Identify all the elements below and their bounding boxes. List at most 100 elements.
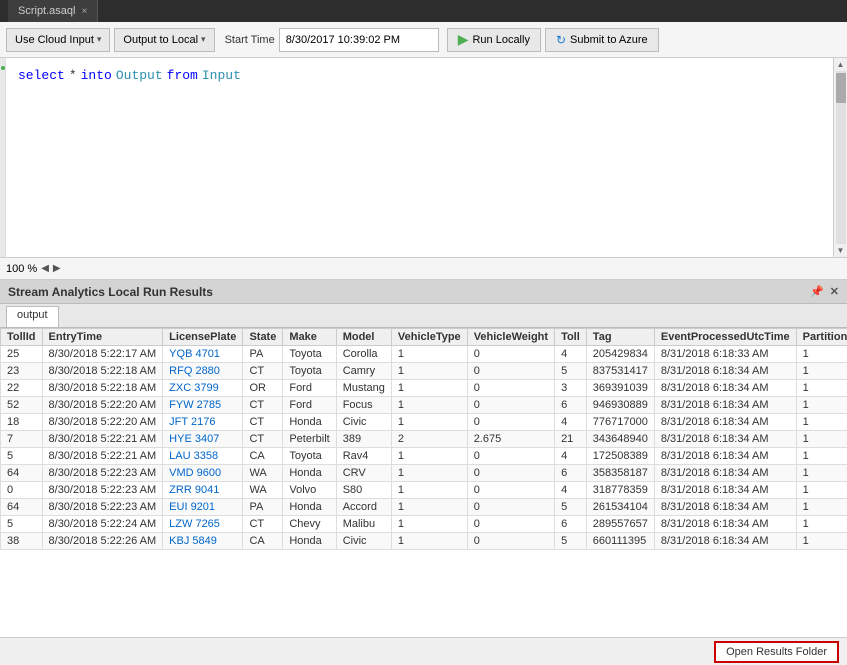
table-cell: 6 <box>555 465 587 482</box>
table-cell: 1 <box>391 465 467 482</box>
table-cell: 8/31/2018 6:18:34 AM <box>654 533 796 550</box>
table-cell: CT <box>243 397 283 414</box>
table-cell: Honda <box>283 499 336 516</box>
table-cell: 5 <box>555 363 587 380</box>
run-locally-button[interactable]: ▶ Run Locally <box>447 28 541 52</box>
table-row: 528/30/2018 5:22:20 AMFYW 2785CTFordFocu… <box>1 397 847 414</box>
table-cell: 8/30/2018 5:22:21 AM <box>42 448 163 465</box>
results-container[interactable]: TollIdEntryTimeLicensePlateStateMakeMode… <box>0 328 847 637</box>
table-cell: 2.675 <box>467 431 554 448</box>
table-cell: 8/31/2018 6:18:33 AM <box>654 346 796 363</box>
table-cell: 1 <box>796 448 847 465</box>
table-cell: YQB 4701 <box>163 346 243 363</box>
table-cell: 1 <box>391 380 467 397</box>
table-cell: 0 <box>467 448 554 465</box>
table-cell: 318778359 <box>586 482 654 499</box>
table-cell: 52 <box>1 397 43 414</box>
output-to-local-button[interactable]: Output to Local ▾ <box>114 28 214 52</box>
column-header-entrytime: EntryTime <box>42 329 163 346</box>
table-cell: 4 <box>555 482 587 499</box>
table-cell: 1 <box>796 499 847 516</box>
code-content[interactable]: select * into Output from Input <box>6 58 833 257</box>
table-cell: 5 <box>1 448 43 465</box>
table-header: TollIdEntryTimeLicensePlateStateMakeMode… <box>1 329 847 346</box>
table-cell: 8/30/2018 5:22:23 AM <box>42 482 163 499</box>
table-cell: HYE 3407 <box>163 431 243 448</box>
table-cell: 0 <box>467 465 554 482</box>
table-cell: 4 <box>555 414 587 431</box>
table-cell: 0 <box>467 482 554 499</box>
table-cell: 1 <box>391 482 467 499</box>
table-cell: 389 <box>336 431 391 448</box>
close-panel-button[interactable]: ✕ <box>830 285 839 298</box>
table-cell: 0 <box>467 499 554 516</box>
table-cell: 23 <box>1 363 43 380</box>
scroll-up-button[interactable]: ▲ <box>837 60 845 69</box>
table-cell: WA <box>243 465 283 482</box>
table-cell: 8/31/2018 6:18:34 AM <box>654 397 796 414</box>
table-cell: 946930889 <box>586 397 654 414</box>
table-cell: 8/30/2018 5:22:21 AM <box>42 431 163 448</box>
table-cell: Toyota <box>283 346 336 363</box>
table-cell: 2 <box>391 431 467 448</box>
table-cell: 5 <box>555 499 587 516</box>
zoom-decrease-button[interactable]: ◀ <box>41 263 49 274</box>
table-cell: 0 <box>467 346 554 363</box>
table-cell: S80 <box>336 482 391 499</box>
column-header-tollid: TollId <box>1 329 43 346</box>
use-cloud-input-dropdown-icon: ▾ <box>97 34 102 45</box>
table-cell: 261534104 <box>586 499 654 516</box>
table-cell: 1 <box>796 533 847 550</box>
scroll-thumb <box>836 73 846 103</box>
table-cell: PA <box>243 499 283 516</box>
table-row: 648/30/2018 5:22:23 AMEUI 9201PAHondaAcc… <box>1 499 847 516</box>
use-cloud-input-button[interactable]: Use Cloud Input ▾ <box>6 28 110 52</box>
table-cell: 172508389 <box>586 448 654 465</box>
pin-icon[interactable]: 📌 <box>810 285 824 298</box>
table-cell: 8/31/2018 6:18:34 AM <box>654 448 796 465</box>
submit-icon: ↻ <box>556 33 566 47</box>
table-cell: 0 <box>1 482 43 499</box>
table-cell: JFT 2176 <box>163 414 243 431</box>
open-results-folder-button[interactable]: Open Results Folder <box>714 641 839 663</box>
table-cell: Focus <box>336 397 391 414</box>
table-cell: Corolla <box>336 346 391 363</box>
column-header-toll: Toll <box>555 329 587 346</box>
zoom-increase-button[interactable]: ▶ <box>53 263 61 274</box>
table-cell: 18 <box>1 414 43 431</box>
table-cell: Civic <box>336 414 391 431</box>
table-cell: 1 <box>391 397 467 414</box>
table-cell: 3 <box>555 380 587 397</box>
column-header-licenseplate: LicensePlate <box>163 329 243 346</box>
table-cell: 8/31/2018 6:18:34 AM <box>654 414 796 431</box>
table-cell: Toyota <box>283 363 336 380</box>
code-line: select * into Output from Input <box>18 66 821 87</box>
table-cell: 1 <box>796 380 847 397</box>
output-tab[interactable]: output <box>6 306 59 327</box>
close-tab-button[interactable]: × <box>81 6 87 17</box>
table-cell: LAU 3358 <box>163 448 243 465</box>
column-header-model: Model <box>336 329 391 346</box>
start-time-input[interactable] <box>279 28 439 52</box>
table-row: 58/30/2018 5:22:21 AMLAU 3358CAToyotaRav… <box>1 448 847 465</box>
script-tab[interactable]: Script.asaql × <box>8 0 98 22</box>
table-cell: Chevy <box>283 516 336 533</box>
table-cell: 8/31/2018 6:18:34 AM <box>654 380 796 397</box>
results-table: TollIdEntryTimeLicensePlateStateMakeMode… <box>0 328 847 550</box>
scroll-down-button[interactable]: ▼ <box>837 246 845 255</box>
open-results-folder-label: Open Results Folder <box>726 646 827 658</box>
code-editor[interactable]: select * into Output from Input ▲ ▼ <box>0 58 847 258</box>
table-cell: 1 <box>796 363 847 380</box>
bottom-section: Stream Analytics Local Run Results 📌 ✕ o… <box>0 280 847 665</box>
table-cell: 0 <box>467 363 554 380</box>
submit-to-azure-button[interactable]: ↻ Submit to Azure <box>545 28 659 52</box>
column-header-partition: Partition <box>796 329 847 346</box>
editor-section: select * into Output from Input ▲ ▼ 100 … <box>0 58 847 280</box>
table-cell: 5 <box>555 533 587 550</box>
table-body: 258/30/2018 5:22:17 AMYQB 4701PAToyotaCo… <box>1 346 847 550</box>
code-star: * <box>69 66 77 87</box>
table-cell: KBJ 5849 <box>163 533 243 550</box>
table-cell: 1 <box>796 431 847 448</box>
table-cell: LZW 7265 <box>163 516 243 533</box>
table-cell: 22 <box>1 380 43 397</box>
